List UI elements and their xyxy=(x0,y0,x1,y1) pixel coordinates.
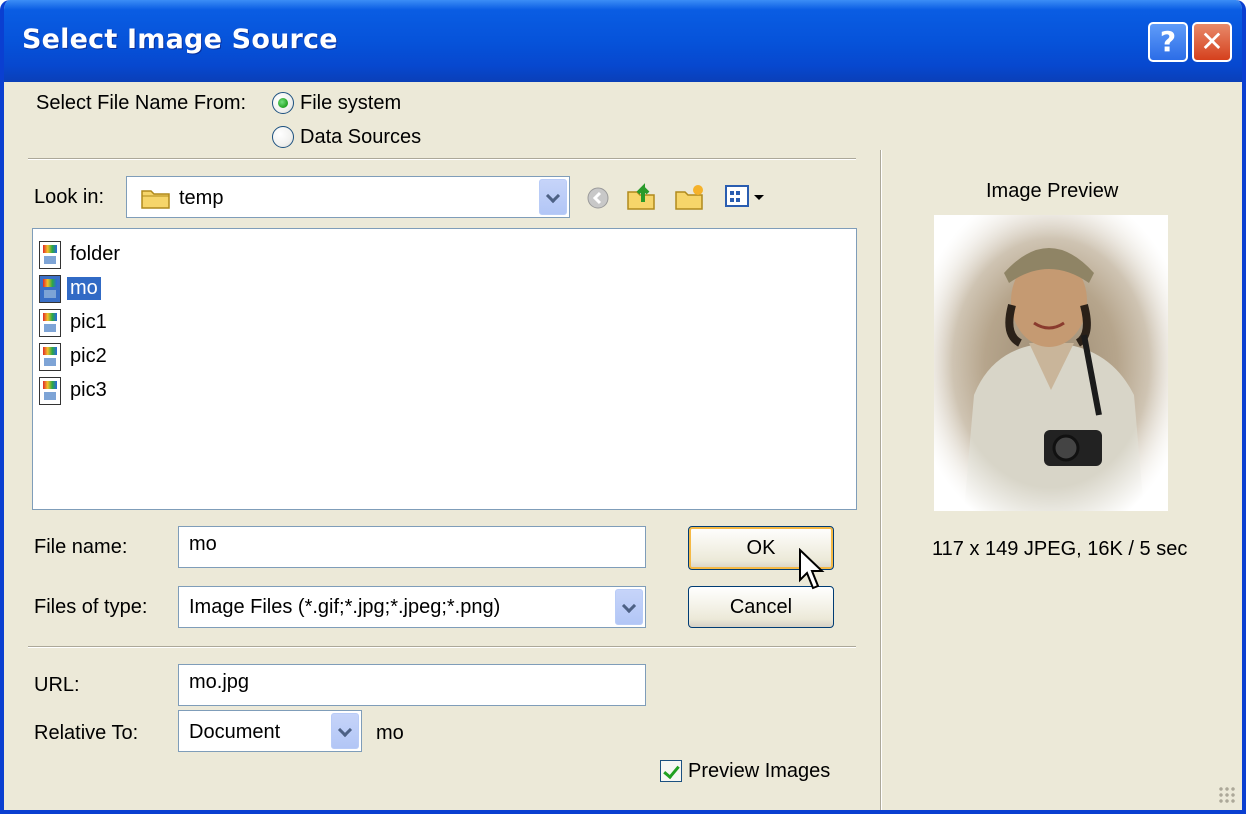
filename-label: File name: xyxy=(34,536,128,558)
filename-input[interactable]: mo xyxy=(178,526,646,568)
separator-top xyxy=(28,158,856,160)
portrait-image xyxy=(934,215,1168,511)
back-icon[interactable] xyxy=(586,186,610,210)
dialog-title: Select Image Source xyxy=(22,24,338,55)
preview-info: 117 x 149 JPEG, 16K / 5 sec xyxy=(932,538,1188,560)
relative-target: mo xyxy=(376,722,404,744)
file-name: mo xyxy=(67,277,101,300)
image-file-icon xyxy=(39,241,61,269)
url-label: URL: xyxy=(34,674,80,696)
lookin-combo[interactable]: temp xyxy=(126,176,570,218)
filetype-value: Image Files (*.gif;*.jpg;*.jpeg;*.png) xyxy=(189,596,501,618)
checkmark-icon xyxy=(663,761,680,780)
radio-file-system[interactable] xyxy=(272,92,294,114)
image-file-icon xyxy=(39,377,61,405)
lookin-value: temp xyxy=(179,187,224,209)
help-button[interactable]: ? xyxy=(1148,22,1188,62)
preview-images-checkbox[interactable] xyxy=(660,760,682,782)
mouse-pointer-icon xyxy=(799,548,825,590)
new-folder-icon[interactable] xyxy=(674,182,706,212)
chevron-down-icon[interactable] xyxy=(331,713,359,749)
file-name: pic3 xyxy=(70,379,107,401)
title-bar[interactable]: Select Image Source ? ✕ xyxy=(4,0,1242,82)
relative-value: Document xyxy=(189,721,281,743)
radio-data-sources[interactable] xyxy=(272,126,294,148)
select-image-source-dialog: Select Image Source ? ✕ Select File Name… xyxy=(0,0,1246,814)
resize-grip-icon[interactable] xyxy=(1218,786,1236,804)
separator-bottom xyxy=(28,646,856,648)
chevron-down-icon[interactable] xyxy=(615,589,643,625)
separator-vertical xyxy=(880,150,882,810)
radio-checked-dot xyxy=(278,98,288,108)
image-preview xyxy=(934,215,1168,511)
file-list[interactable]: folder mo pic1 pic2 pic3 xyxy=(32,228,857,510)
radio-file-system-label[interactable]: File system xyxy=(300,92,401,115)
file-name: folder xyxy=(70,243,121,265)
preview-images-label[interactable]: Preview Images xyxy=(688,760,830,783)
chevron-down-icon[interactable] xyxy=(539,179,567,215)
filetype-combo[interactable]: Image Files (*.gif;*.jpg;*.jpeg;*.png) xyxy=(178,586,646,628)
folder-icon xyxy=(141,190,170,209)
up-folder-icon[interactable] xyxy=(626,180,658,212)
file-name: pic2 xyxy=(70,345,107,367)
radio-data-sources-label[interactable]: Data Sources xyxy=(300,126,421,149)
image-file-icon xyxy=(39,343,61,371)
relative-combo[interactable]: Document xyxy=(178,710,362,752)
file-name: pic1 xyxy=(70,311,107,333)
view-menu-icon[interactable] xyxy=(724,184,768,210)
filetype-label: Files of type: xyxy=(34,596,148,618)
preview-heading: Image Preview xyxy=(986,180,1119,202)
close-button[interactable]: ✕ xyxy=(1192,22,1232,62)
image-file-icon xyxy=(39,309,61,337)
source-label: Select File Name From: xyxy=(36,92,247,114)
relative-label: Relative To: xyxy=(34,722,139,744)
image-file-icon xyxy=(39,275,61,303)
url-input[interactable]: mo.jpg xyxy=(178,664,646,706)
lookin-label: Look in: xyxy=(34,186,105,208)
